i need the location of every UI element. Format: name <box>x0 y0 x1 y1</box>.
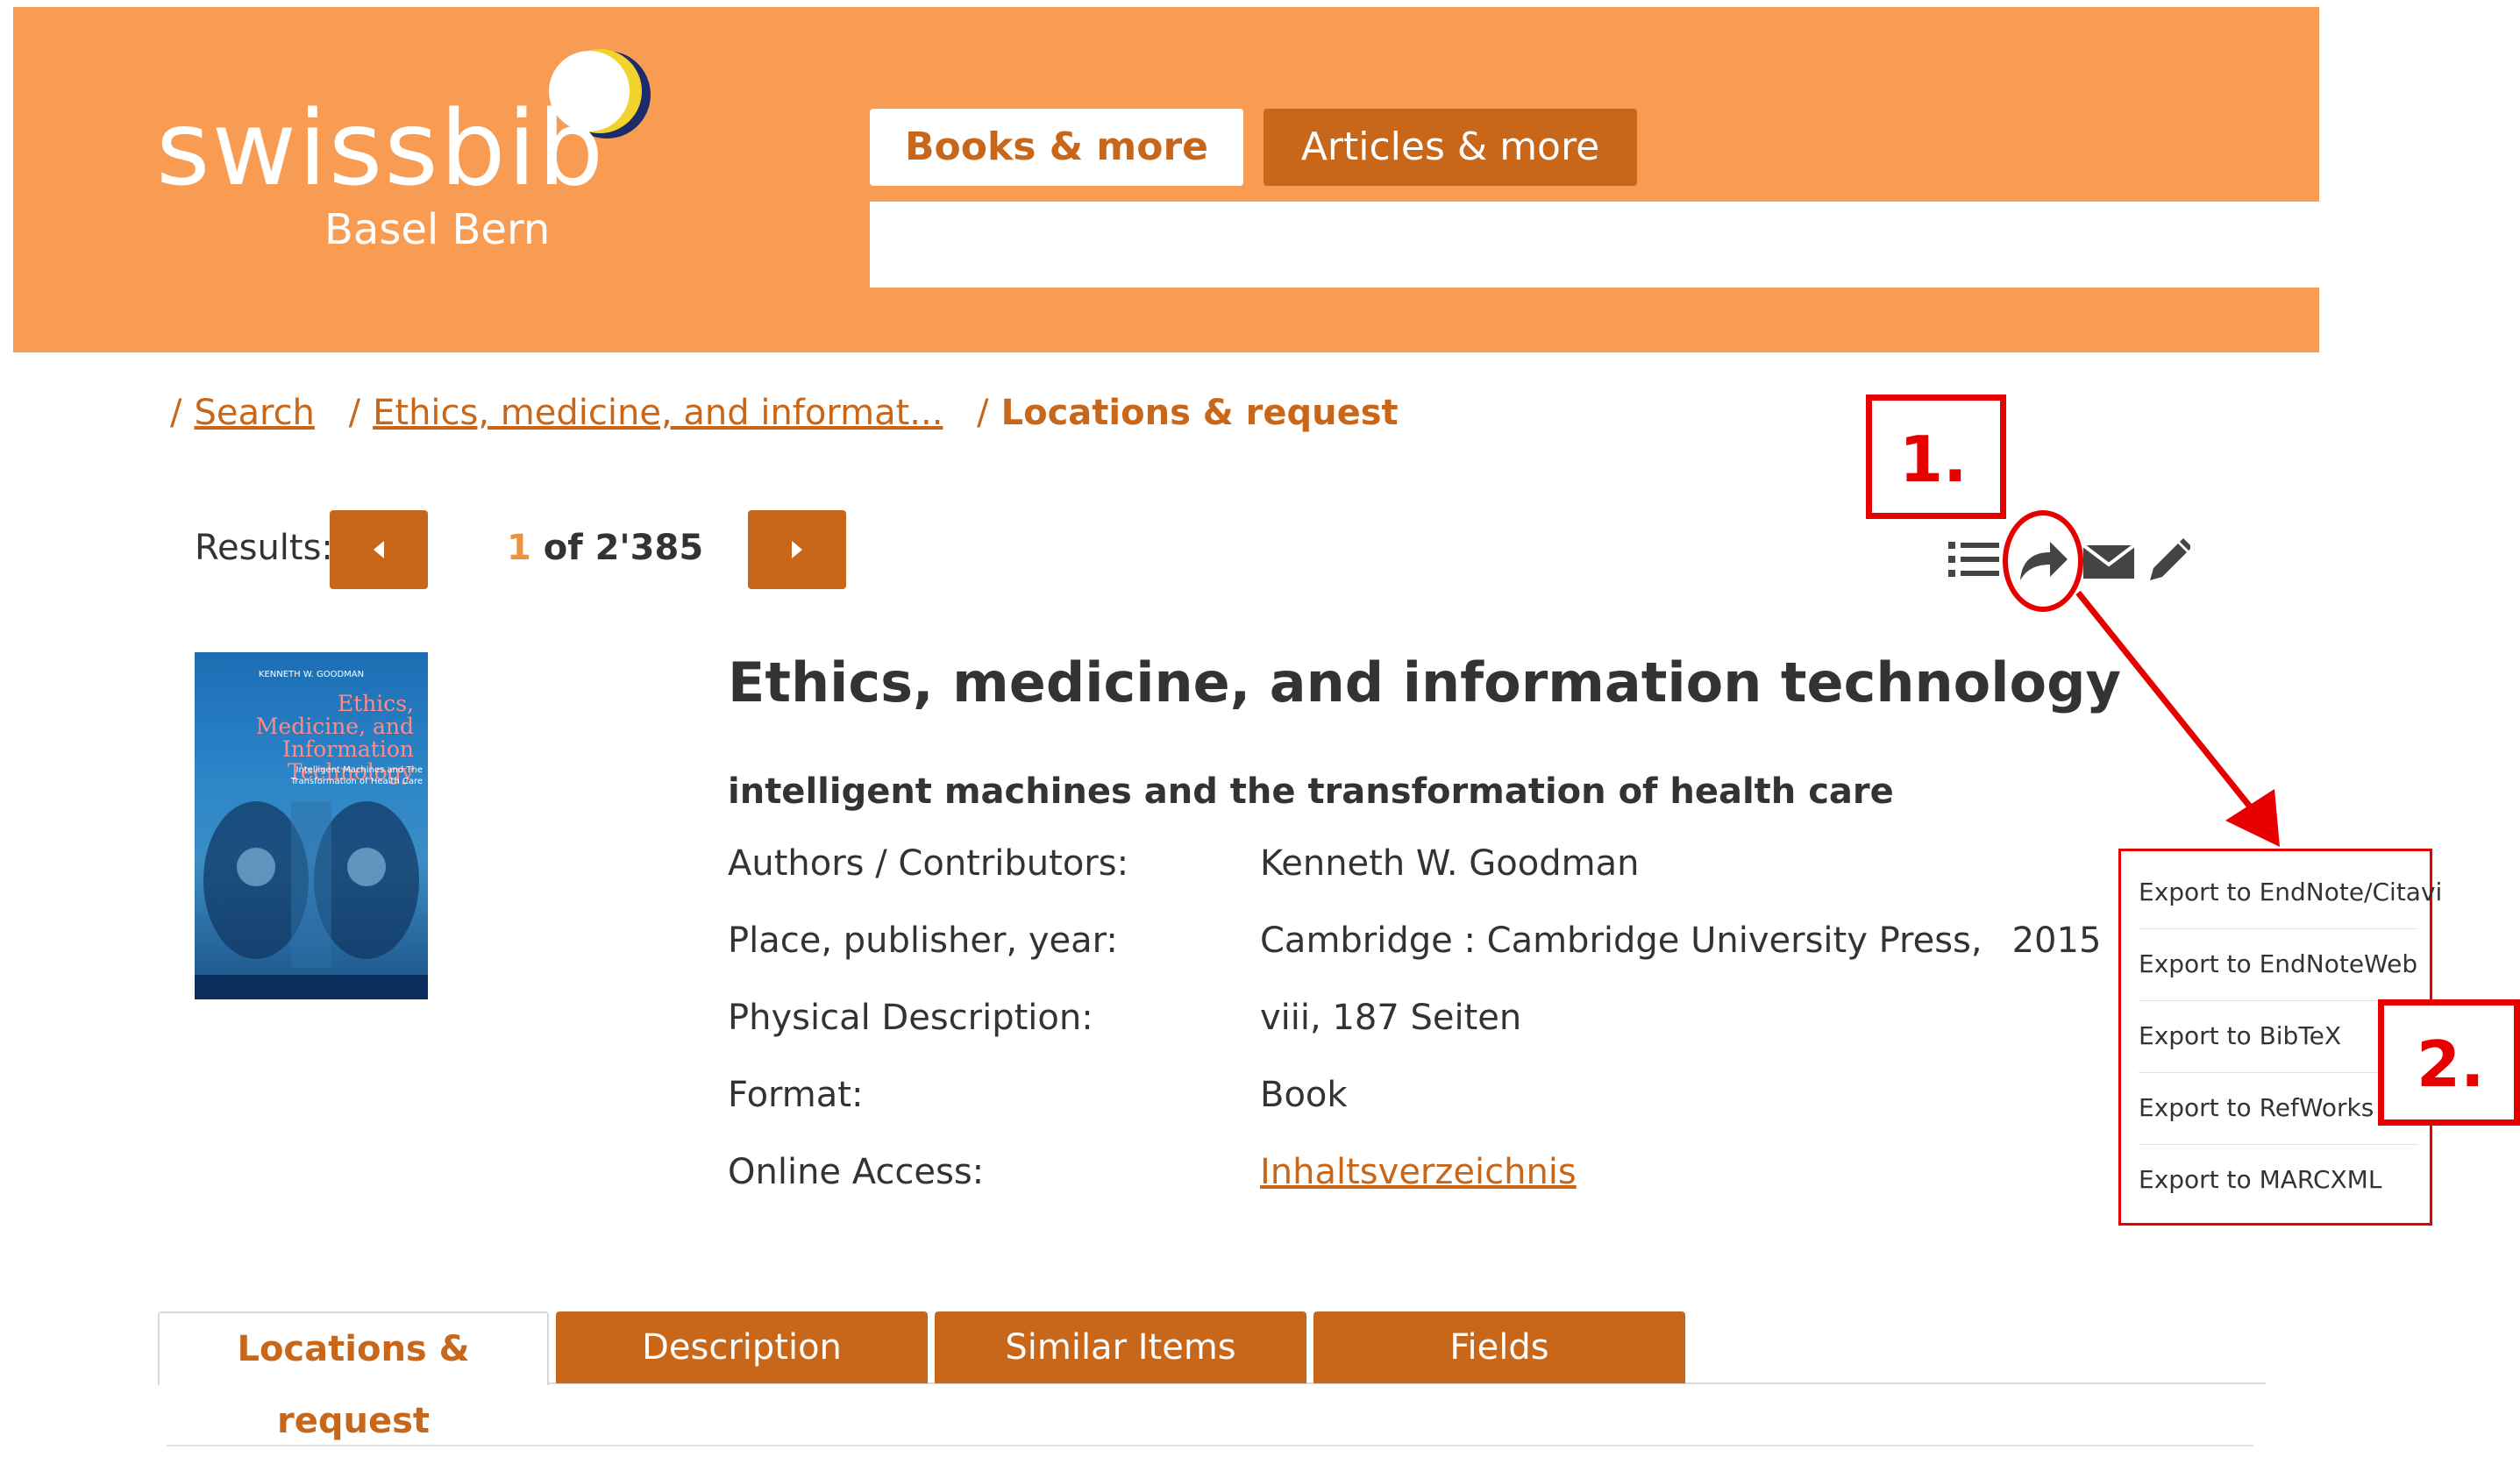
export-refworks[interactable]: Export to RefWorks <box>2139 1072 2417 1145</box>
caret-left-icon <box>374 541 384 558</box>
cover-footer <box>195 975 428 999</box>
cover-artwork <box>203 801 419 968</box>
cover-author: KENNETH W. GOODMAN <box>258 670 365 679</box>
tab-similar-items[interactable]: Similar Items <box>935 1311 1306 1383</box>
results-counter: 1 of 2'385 <box>507 528 703 568</box>
breadcrumb-current: Locations & request <box>1000 393 1399 433</box>
table-of-contents-link[interactable]: Inhaltsverzeichnis <box>1260 1152 1577 1192</box>
record-subtitle: intelligent machines and the transformat… <box>728 771 1894 812</box>
tab-locations-request[interactable]: Locations & request <box>158 1311 549 1441</box>
next-result-button[interactable] <box>748 510 846 589</box>
book-cover-image[interactable]: KENNETH W. GOODMAN Ethics, Medicine, and… <box>195 652 428 999</box>
breadcrumb: / Search / Ethics, medicine, and informat.… <box>170 393 1399 433</box>
record-title: Ethics, medicine, and information techno… <box>728 650 2121 714</box>
logo-subtitle: Basel Bern <box>324 205 551 254</box>
mail-icon[interactable] <box>2082 533 2136 586</box>
content-divider <box>167 1445 2253 1446</box>
tab-fields[interactable]: Fields <box>1313 1311 1685 1383</box>
export-marcxml[interactable]: Export to MARCXML <box>2139 1144 2417 1216</box>
list-icon[interactable] <box>1947 533 2001 586</box>
physical-description-value: viii, 187 Seiten <box>1260 998 1522 1038</box>
online-access-value: Inhaltsverzeichnis <box>1260 1152 1577 1192</box>
publication-year: 2015 <box>2011 920 2102 961</box>
annotation-label-step-1: 1. <box>1899 423 1968 496</box>
export-bibtex[interactable]: Export to BibTeX <box>2139 1000 2417 1073</box>
publisher-label: Place, publisher, year: <box>728 920 1118 961</box>
tab-description[interactable]: Description <box>556 1311 928 1383</box>
tab-articles-and-more[interactable]: Articles & more <box>1264 109 1637 186</box>
results-label: Results: <box>195 528 333 568</box>
format-label: Format: <box>728 1075 864 1115</box>
breadcrumb-separator: / <box>977 393 989 433</box>
export-endnote-citavi[interactable]: Export to EndNote/Citavi <box>2139 856 2442 929</box>
breadcrumb-record-link[interactable]: Ethics, medicine, and informat... <box>373 393 943 433</box>
annotation-label-step-2: 2. <box>2417 1027 2485 1101</box>
tab-books-and-more[interactable]: Books & more <box>870 109 1243 186</box>
results-current: 1 <box>507 528 531 568</box>
authors-value: Kenneth W. Goodman <box>1260 843 1640 884</box>
annotation-circle <box>2003 510 2083 612</box>
authors-label: Authors / Contributors: <box>728 843 1129 884</box>
pencil-icon[interactable] <box>2145 533 2190 586</box>
format-value: Book <box>1260 1075 1348 1115</box>
publisher-value: Cambridge : Cambridge University Press, 2… <box>1260 920 2101 961</box>
search-input[interactable] <box>870 202 2319 288</box>
breadcrumb-separator: / <box>348 393 361 433</box>
export-endnoteweb[interactable]: Export to EndNoteWeb <box>2139 928 2417 1001</box>
breadcrumb-search-link[interactable]: Search <box>194 393 314 433</box>
publisher-place: Cambridge : Cambridge University Press, <box>1260 920 1983 961</box>
physical-description-label: Physical Description: <box>728 998 1093 1038</box>
caret-right-icon <box>792 541 802 558</box>
logo[interactable]: swissbib <box>156 96 605 200</box>
online-access-label: Online Access: <box>728 1152 985 1192</box>
results-total: of 2'385 <box>543 528 704 568</box>
previous-result-button[interactable] <box>330 510 428 589</box>
breadcrumb-separator: / <box>170 393 182 433</box>
